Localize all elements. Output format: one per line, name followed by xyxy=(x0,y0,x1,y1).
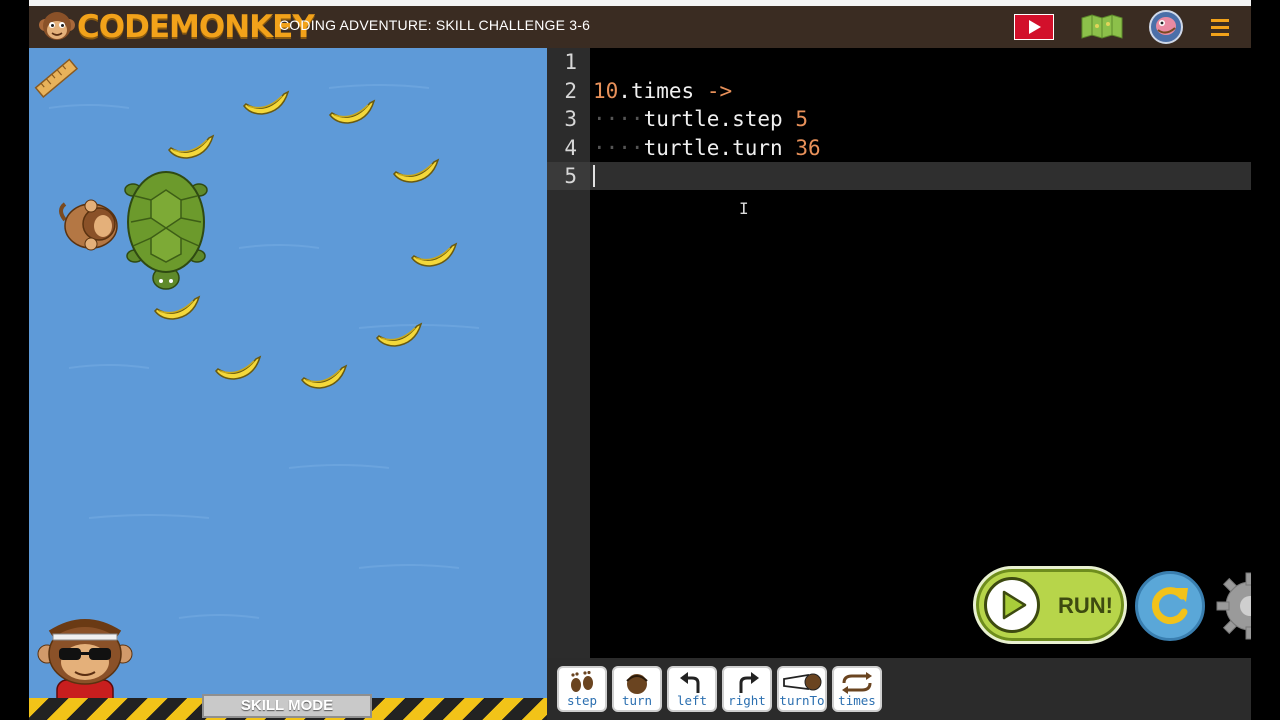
settings-button[interactable] xyxy=(1215,571,1251,641)
code-line-4[interactable]: ····turtle.turn 36 xyxy=(593,134,821,162)
monkey-logo-icon xyxy=(39,12,75,40)
banana xyxy=(154,295,201,320)
line-number-gutter: 1 2 3 4 5 xyxy=(547,48,590,658)
palette-label: turn xyxy=(621,693,653,708)
palette-label: times xyxy=(838,693,876,708)
palette-turn-button[interactable]: turn xyxy=(612,666,662,712)
arrow-left-turn-icon xyxy=(680,672,700,693)
banana xyxy=(376,322,423,347)
palette-turnto-button[interactable]: turnTo xyxy=(777,666,827,712)
turn-call: turtle.turn xyxy=(643,135,783,160)
arrow-operator: -> xyxy=(706,78,733,103)
skill-mode-label: SKILL MODE xyxy=(202,694,372,718)
palette-left-button[interactable]: left xyxy=(667,666,717,712)
run-play-icon xyxy=(1002,590,1027,620)
avatar-icon xyxy=(1149,10,1183,44)
app-frame: CODEMONKEY CODING ADVENTURE: SKILL CHALL… xyxy=(29,0,1251,720)
indent-dots: ···· xyxy=(593,107,644,131)
turn-argument: 36 xyxy=(795,135,821,160)
code-line-2[interactable]: 10.times -> xyxy=(593,77,732,105)
hamburger-menu-icon xyxy=(1211,19,1229,36)
banana xyxy=(411,242,458,267)
palette-times-button[interactable]: times xyxy=(832,666,882,712)
palette-right-button[interactable]: right xyxy=(722,666,772,712)
header-bar: CODEMONKEY CODING ADVENTURE: SKILL CHALL… xyxy=(29,6,1251,48)
active-line-highlight xyxy=(590,162,1251,190)
banana xyxy=(168,134,215,159)
run-button[interactable]: RUN! xyxy=(973,566,1127,644)
video-button[interactable] xyxy=(1014,10,1054,44)
settings-gear-icon xyxy=(1216,572,1251,640)
loop-icon xyxy=(842,672,872,694)
footprints-icon xyxy=(571,671,593,692)
command-palette: step turn left right turnTo times xyxy=(547,658,1251,720)
ruler-icon[interactable] xyxy=(34,56,80,102)
text-caret xyxy=(593,165,595,187)
game-canvas: SKILL MODE xyxy=(29,48,547,720)
code-line-3[interactable]: ····turtle.step 5 xyxy=(593,105,808,133)
banana xyxy=(215,355,262,380)
codemonkey-logo[interactable]: CODEMONKEY xyxy=(39,9,315,45)
turtle xyxy=(124,171,208,290)
step-argument: 5 xyxy=(795,107,808,131)
loop-count: 10 xyxy=(593,78,619,103)
banana xyxy=(393,158,440,183)
turtle-turn-icon xyxy=(626,674,648,694)
video-play-icon xyxy=(1014,14,1054,40)
monkey xyxy=(59,199,118,251)
times-method: .times xyxy=(618,78,695,103)
code-editor[interactable]: 10.times -> ····turtle.step 5 ····turtle… xyxy=(590,48,1251,658)
reset-button[interactable] xyxy=(1135,571,1205,641)
arrow-right-turn-icon xyxy=(739,672,759,693)
banana xyxy=(329,99,376,124)
banana xyxy=(301,364,348,389)
step-call: turtle.step xyxy=(643,107,783,131)
run-label: RUN! xyxy=(1058,593,1113,618)
line-number: 3 xyxy=(564,107,577,131)
palette-label: right xyxy=(728,693,766,708)
avatar-button[interactable] xyxy=(1149,10,1183,44)
palette-label: step xyxy=(566,693,598,708)
telescope-icon xyxy=(783,673,822,691)
line-number: 4 xyxy=(564,135,577,160)
line-number: 1 xyxy=(564,50,577,74)
palette-step-button[interactable]: step xyxy=(557,666,607,712)
page-title: CODING ADVENTURE: SKILL CHALLENGE 3-6 xyxy=(279,17,591,33)
palette-label: left xyxy=(676,693,708,708)
reset-icon xyxy=(1152,587,1188,625)
banana xyxy=(243,90,290,115)
ibeam-cursor-icon: I xyxy=(739,199,749,218)
palette-label: turnTo xyxy=(779,693,825,708)
menu-button[interactable] xyxy=(1209,10,1231,44)
map-button[interactable] xyxy=(1081,10,1123,44)
line-number: 5 xyxy=(564,164,577,188)
run-circle xyxy=(984,577,1040,633)
line-number: 2 xyxy=(564,78,577,103)
indent-dots: ···· xyxy=(593,135,644,160)
map-icon xyxy=(1081,14,1123,39)
